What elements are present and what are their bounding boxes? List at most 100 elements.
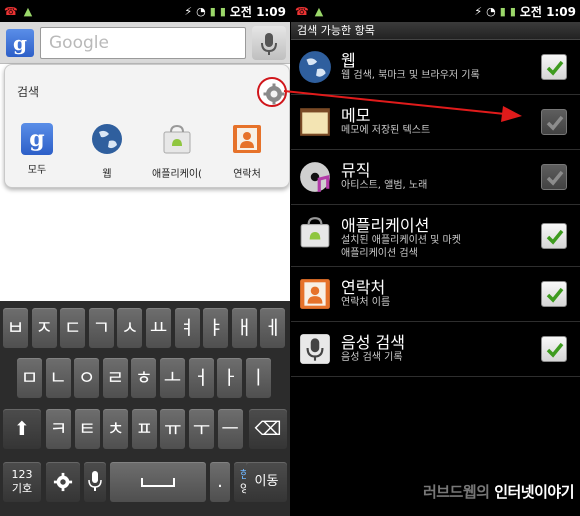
source-label: 연락처	[233, 169, 261, 180]
status-bar: ☎ ▲ ⚡ ◔ ▮ ▮ 오전 1:09	[0, 0, 290, 22]
search-input[interactable]: Google	[40, 27, 246, 59]
settings-key[interactable]	[46, 462, 80, 502]
item-checkbox[interactable]	[541, 336, 567, 362]
checkmark-icon	[546, 342, 564, 358]
letter-key[interactable]: ㅊ	[103, 409, 129, 449]
source-contacts[interactable]: 연락처	[217, 123, 277, 180]
missed-call-icon: ☎	[4, 4, 18, 18]
shift-key[interactable]: ⬆	[3, 409, 41, 449]
checkmark-icon	[546, 229, 564, 245]
gear-icon	[263, 83, 285, 105]
letter-key[interactable]: ㅌ	[74, 409, 100, 449]
item-subtitle: 웹 검색, 북마크 및 브라우저 기록	[341, 70, 480, 81]
globe-icon	[92, 124, 122, 154]
checkmark-icon	[546, 170, 564, 186]
search-source-popup: 검색 g 모두 웹 애플리케이(연락처	[4, 64, 290, 188]
letter-key[interactable]: ㅏ	[217, 358, 243, 398]
letter-key[interactable]: ㅐ	[231, 308, 257, 348]
letter-key[interactable]: ㅠ	[160, 409, 186, 449]
letter-key[interactable]: ㅛ	[146, 308, 171, 348]
symbols-key-bottom: 기호	[11, 482, 33, 495]
backspace-key[interactable]: ⌫	[249, 409, 287, 449]
item-title: 음성 검색	[341, 333, 405, 352]
letter-key[interactable]: ㅋ	[46, 409, 71, 449]
list-item-web[interactable]: 웹 웹 검색, 북마크 및 브라우저 기록	[291, 40, 580, 95]
letter-key[interactable]: ㅎ	[131, 358, 157, 398]
search-source-button[interactable]: g	[6, 29, 34, 57]
watermark-part-2: 인터넷이야기	[494, 483, 574, 501]
microphone-icon	[88, 471, 102, 491]
usb-icon: ⚡	[474, 4, 483, 18]
keyboard-row-4: 123 기호 . 한 영 이동	[0, 459, 290, 505]
keyboard-row-1: ㅂㅈㄷㄱㅅㅛㅕㅑㅐㅔ	[0, 305, 290, 351]
letter-key[interactable]: ㅣ	[245, 358, 271, 398]
memo-icon	[300, 108, 330, 136]
search-settings-button[interactable]	[257, 77, 287, 107]
letter-key[interactable]: ㄹ	[102, 358, 128, 398]
letter-key[interactable]: ㄷ	[60, 308, 86, 348]
globe-icon	[299, 51, 331, 83]
status-time: 오전 1:09	[519, 4, 576, 19]
list-item-applications[interactable]: 애플리케이션 설치된 애플리케이션 및 마켓 애플리케이션 검색	[291, 205, 580, 267]
item-checkbox[interactable]	[541, 223, 567, 249]
letter-key[interactable]: ㅓ	[188, 358, 214, 398]
source-web[interactable]: 웹	[77, 123, 137, 180]
item-subtitle-line-2: 애플리케이션 검색	[341, 248, 418, 259]
letter-key[interactable]: ㅗ	[160, 358, 185, 398]
period-key[interactable]: .	[210, 462, 230, 502]
android-bag-icon	[300, 217, 330, 248]
music-cd-icon	[300, 162, 330, 192]
letter-key[interactable]: ㅔ	[260, 308, 286, 348]
item-subtitle: 설치된 애플리케이션 및 마켓 애플리케이션 검색	[341, 234, 461, 260]
source-all[interactable]: g 모두	[7, 123, 67, 176]
letter-key[interactable]: ㅡ	[217, 409, 243, 449]
keyboard-row-2: ㅁㄴㅇㄹㅎㅗㅓㅏㅣ	[0, 355, 290, 401]
letter-key[interactable]: ㅇ	[74, 358, 100, 398]
letter-key[interactable]: ㄴ	[45, 358, 71, 398]
letter-key[interactable]: ㅅ	[117, 308, 143, 348]
korean-keyboard: ㅂㅈㄷㄱㅅㅛㅕㅑㅐㅔ ㅁㄴㅇㄹㅎㅗㅓㅏㅣ ⬆ ⌫ ㅋㅌㅊㅍㅠㅜㅡ 123 기호	[0, 301, 290, 516]
battery-icon: ▮	[509, 4, 516, 18]
voice-input-key[interactable]	[84, 462, 106, 502]
wifi-icon: ◔	[196, 4, 206, 18]
checkmark-icon	[546, 115, 564, 131]
list-item-memo[interactable]: 메모 메모에 저장된 텍스트	[291, 95, 580, 150]
item-checkbox[interactable]	[541, 281, 567, 307]
source-label: 모두	[27, 165, 47, 176]
letter-key[interactable]: ㅑ	[203, 308, 229, 348]
source-label: 애플리케이(	[152, 169, 202, 180]
status-bar: ☎ ▲ ⚡ ◔ ▮ ▮ 오전 1:09	[291, 0, 580, 22]
symbols-key[interactable]: 123 기호	[3, 462, 41, 502]
item-checkbox[interactable]	[541, 54, 567, 80]
signal-icon: ▮	[499, 4, 506, 18]
move-key[interactable]: 이동	[246, 462, 287, 502]
popup-title: 검색	[17, 85, 40, 99]
voice-search-button[interactable]	[252, 26, 286, 60]
space-key[interactable]	[110, 462, 206, 502]
status-time: 오전 1:09	[229, 4, 286, 19]
letter-key[interactable]: ㄱ	[88, 308, 114, 348]
letter-key[interactable]: ㅂ	[3, 308, 28, 348]
item-checkbox[interactable]	[541, 109, 567, 135]
letter-key[interactable]: ㅈ	[31, 308, 57, 348]
letter-key[interactable]: ㅁ	[17, 358, 42, 398]
microphone-icon	[300, 334, 330, 364]
list-item-music[interactable]: 뮤직 아티스트, 앨범, 노래	[291, 150, 580, 205]
item-title: 웹	[341, 51, 356, 70]
letter-key[interactable]: ㅍ	[131, 409, 157, 449]
signal-icon: ▮	[209, 4, 216, 18]
letter-key[interactable]: ㅜ	[189, 409, 214, 449]
list-item-voice-search[interactable]: 음성 검색 음성 검색 기록	[291, 322, 580, 377]
searchable-items-screen: ☎ ▲ ⚡ ◔ ▮ ▮ 오전 1:09 검색 가능한 항목 웹 웹 검색, 북마…	[291, 0, 580, 516]
item-subtitle-line-1: 설치된 애플리케이션 및 마켓	[341, 235, 461, 246]
item-checkbox[interactable]	[541, 164, 567, 190]
android-notification-icon: ▲	[314, 4, 324, 18]
list-item-contacts[interactable]: 연락처 연락처 이름	[291, 267, 580, 322]
item-subtitle: 연락처 이름	[341, 297, 391, 308]
item-subtitle: 아티스트, 앨범, 노래	[341, 180, 428, 191]
source-label: 웹	[102, 169, 112, 180]
letter-key[interactable]: ㅕ	[174, 308, 200, 348]
watermark: 러브드웹의 인터넷이야기	[423, 481, 575, 502]
item-title: 애플리케이션	[341, 216, 430, 235]
source-applications[interactable]: 애플리케이(	[147, 123, 207, 180]
